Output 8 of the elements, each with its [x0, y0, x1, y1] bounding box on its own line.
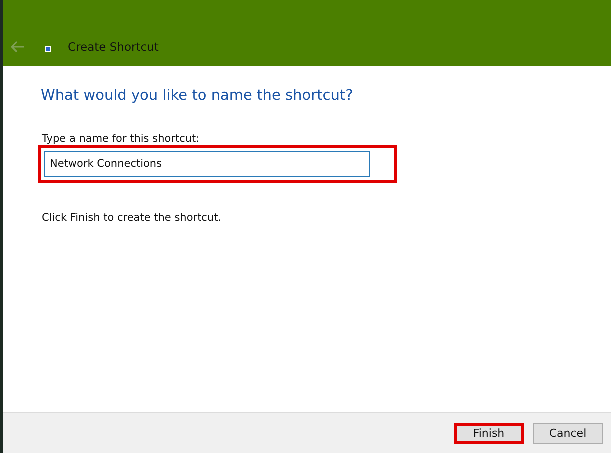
name-field[interactable]: Network Connections [38, 145, 397, 183]
heading: What would you like to name the shortcut? [41, 88, 354, 104]
field-label: Type a name for this shortcut: [42, 133, 201, 145]
cancel-button[interactable]: Cancel [533, 422, 603, 444]
window-title: Create Shortcut [68, 40, 159, 54]
hint-text: Click Finish to create the shortcut. [42, 212, 223, 224]
shortcut-icon [45, 46, 51, 52]
finish-button[interactable]: Finish [454, 422, 524, 444]
